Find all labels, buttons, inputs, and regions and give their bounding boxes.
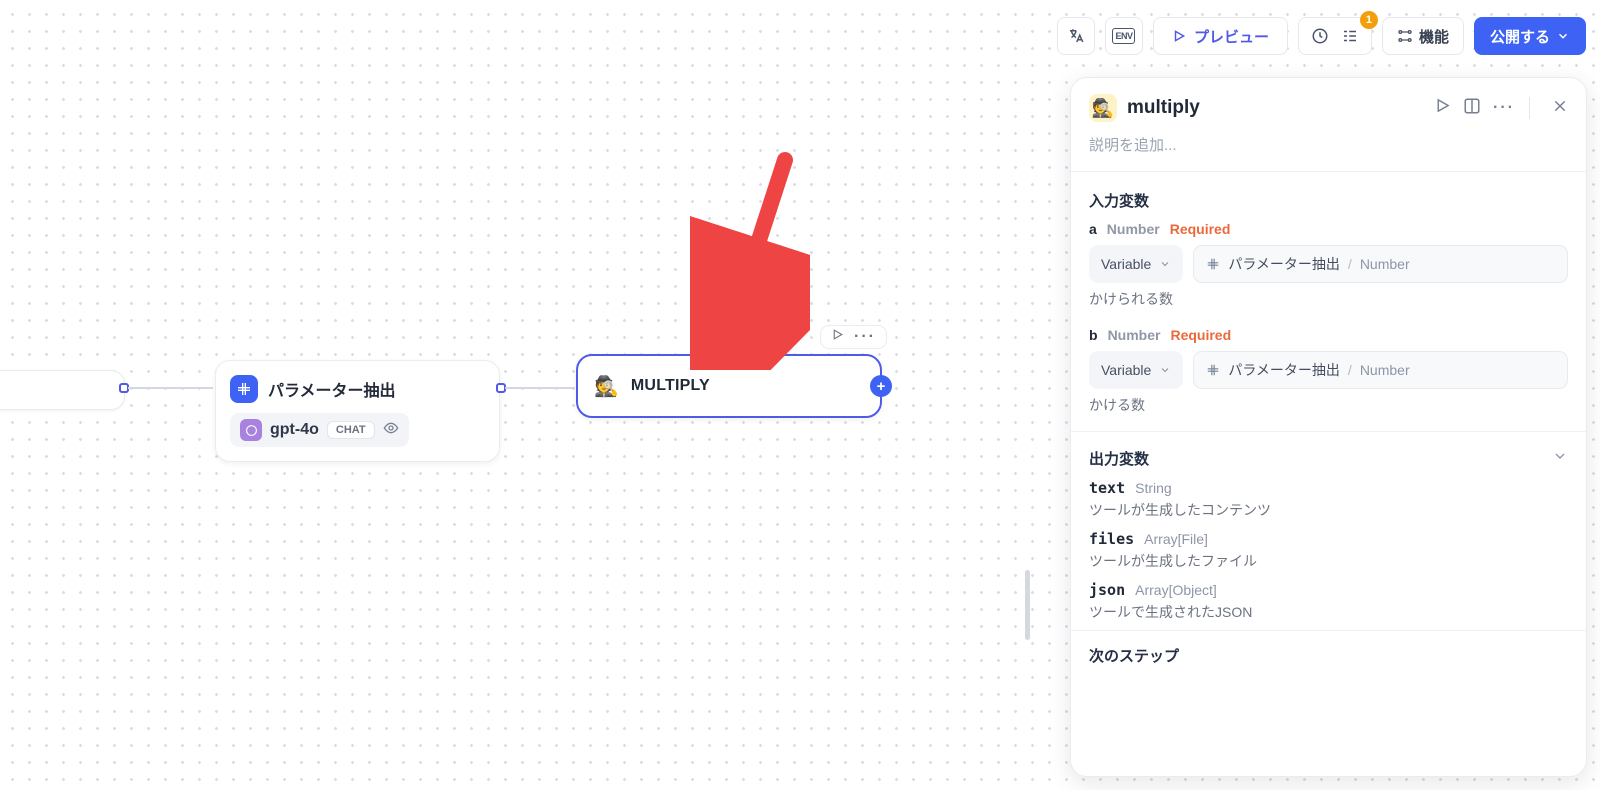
visibility-icon [383, 420, 399, 441]
preview-button[interactable]: プレビュー [1153, 17, 1288, 55]
history-checklist-button[interactable]: 1 [1298, 17, 1372, 55]
publish-button[interactable]: 公開する [1474, 17, 1586, 55]
add-downstream-button[interactable]: + [870, 375, 892, 397]
inputs-section: 入力変数 a Number Required Variable パラメーター抽出 [1071, 172, 1586, 423]
variable-reference-input[interactable]: パラメーター抽出 / Number [1193, 245, 1568, 283]
collapse-icon[interactable] [1552, 448, 1568, 469]
output-json: jsonArray[Object] ツールで生成されたJSON [1089, 581, 1568, 622]
translate-button[interactable] [1057, 17, 1095, 55]
run-icon[interactable] [1434, 97, 1451, 119]
variable-mode-dropdown[interactable]: Variable [1089, 351, 1183, 389]
model-icon [240, 419, 262, 441]
node-title: MULTIPLY [631, 377, 710, 395]
model-name: gpt-4o [270, 421, 319, 439]
features-button[interactable]: 機能 [1382, 17, 1464, 55]
variable-mode-dropdown[interactable]: Variable [1089, 245, 1183, 283]
inputs-heading: 入力変数 [1089, 190, 1568, 211]
model-chip[interactable]: gpt-4o CHAT [230, 413, 409, 447]
docs-icon[interactable] [1463, 97, 1481, 120]
run-node-icon[interactable] [831, 328, 844, 346]
more-node-icon[interactable]: ··· [854, 328, 876, 346]
tool-emoji-icon: 🕵️ [594, 374, 619, 399]
more-icon[interactable]: ··· [1493, 99, 1515, 117]
chat-mode-tag: CHAT [327, 421, 375, 439]
next-step-heading: 次のステップ [1089, 645, 1568, 666]
panel-scrollbar[interactable] [1025, 570, 1030, 640]
top-toolbar: ENV プレビュー 1 機能 公開する [1057, 17, 1586, 55]
edge [505, 387, 575, 389]
next-step-section: 次のステップ [1071, 631, 1586, 696]
panel-icon: 🕵️ [1089, 94, 1117, 122]
input-row-a: a Number Required Variable パラメーター抽出 / Nu… [1089, 221, 1568, 309]
input-help: かける数 [1089, 395, 1568, 415]
input-row-b: b Number Required Variable パラメーター抽出 / Nu… [1089, 327, 1568, 415]
output-files: filesArray[File] ツールが生成したファイル [1089, 530, 1568, 571]
input-help: かけられる数 [1089, 289, 1568, 309]
outputs-heading: 出力変数 [1089, 448, 1149, 469]
description-input[interactable]: 説明を追加... [1071, 128, 1586, 171]
notification-badge: 1 [1360, 11, 1378, 29]
output-text: textString ツールが生成したコンテンツ [1089, 479, 1568, 520]
extraction-icon [230, 375, 258, 403]
inspector-panel: 🕵️ multiply ··· 説明を追加... 入力変数 a Number R… [1070, 77, 1587, 777]
panel-title: multiply [1127, 97, 1200, 119]
edge [128, 387, 213, 389]
node-toolbar: ··· [820, 325, 887, 349]
variable-reference-input[interactable]: パラメーター抽出 / Number [1193, 351, 1568, 389]
node-start[interactable] [0, 370, 125, 410]
close-icon[interactable] [1552, 98, 1568, 119]
outputs-section: 出力変数 textString ツールが生成したコンテンツ filesArray… [1071, 432, 1586, 630]
node-title: パラメーター抽出 [268, 377, 396, 401]
node-parameter-extraction[interactable]: パラメーター抽出 gpt-4o CHAT [215, 360, 500, 462]
annotation-arrow [690, 150, 810, 370]
env-button[interactable]: ENV [1105, 17, 1143, 55]
